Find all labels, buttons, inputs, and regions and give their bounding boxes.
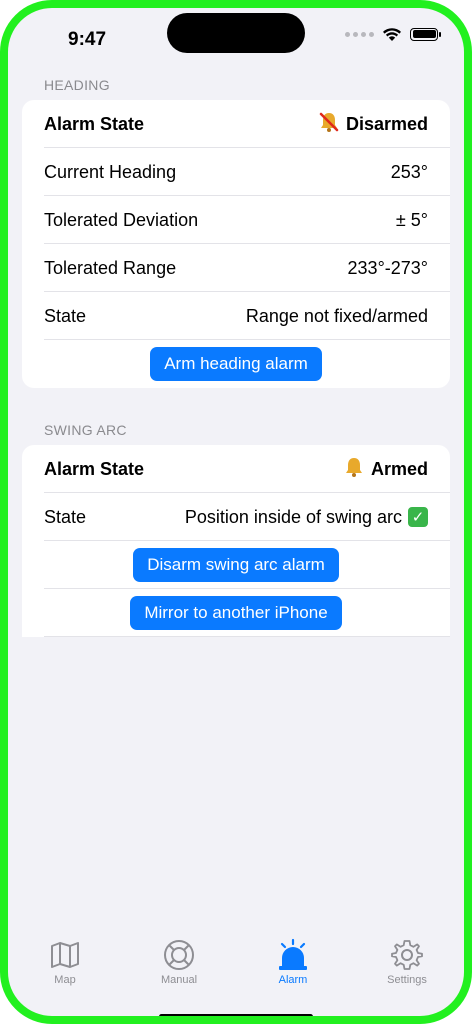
tab-map-label: Map — [54, 974, 76, 986]
arm-heading-row: Arm heading alarm — [22, 340, 450, 388]
tolerated-range-value: 233°-273° — [347, 257, 428, 278]
heading-section-header: HEADING — [44, 77, 110, 93]
status-icons — [345, 23, 441, 45]
battery-icon — [410, 27, 441, 41]
wifi-icon — [383, 27, 401, 41]
disarm-swing-arc-row: Disarm swing arc alarm — [22, 541, 450, 589]
gear-icon — [391, 940, 423, 970]
mirror-to-iphone-button[interactable]: Mirror to another iPhone — [130, 596, 342, 630]
tab-settings-label: Settings — [387, 974, 427, 986]
map-icon — [51, 942, 79, 968]
arm-heading-alarm-button[interactable]: Arm heading alarm — [150, 347, 322, 381]
swing-arc-state-row: State Position inside of swing arc ✓ — [22, 493, 450, 541]
device-frame: 9:47 HEADING Alarm State Disarmed Curren… — [0, 0, 472, 1024]
tab-manual-label: Manual — [160, 974, 198, 986]
swing-arc-state-value: Position inside of swing arc — [184, 506, 402, 527]
tolerated-range-row: Tolerated Range 233°-273° — [22, 244, 450, 292]
current-heading-label: Current Heading — [44, 161, 177, 182]
tab-alarm[interactable]: Alarm — [243, 938, 343, 1008]
swing-arc-alarm-state-row: Alarm State Armed — [22, 445, 450, 493]
tab-bar: Map Manual Alarm Settings — [8, 938, 464, 1008]
swing-arc-alarm-state-value: Armed — [370, 458, 428, 479]
tolerated-deviation-row: Tolerated Deviation ± 5° — [22, 196, 450, 244]
mirror-row: Mirror to another iPhone — [22, 589, 450, 637]
lifebuoy-icon — [164, 940, 194, 970]
heading-state-row: State Range not fixed/armed — [22, 292, 450, 340]
swing-arc-card: Alarm State Armed State Position inside … — [22, 445, 450, 637]
status-time: 9:47 — [68, 29, 107, 50]
heading-alarm-state-label: Alarm State — [44, 113, 145, 134]
tab-map[interactable]: Map — [15, 938, 115, 1008]
heading-alarm-state-value: Disarmed — [345, 113, 428, 134]
tab-alarm-label: Alarm — [278, 974, 308, 986]
bell-muted-icon — [318, 111, 340, 138]
current-heading-row: Current Heading 253° — [22, 148, 450, 196]
cellular-signal-icon — [345, 31, 374, 37]
swing-arc-section-header: SWING ARC — [44, 422, 127, 438]
home-indicator — [159, 1014, 313, 1016]
disarm-swing-arc-alarm-button[interactable]: Disarm swing arc alarm — [133, 548, 339, 582]
dynamic-island — [167, 13, 305, 53]
check-mark-icon: ✓ — [408, 507, 428, 527]
tolerated-deviation-label: Tolerated Deviation — [44, 209, 199, 230]
tab-manual[interactable]: Manual — [129, 938, 229, 1008]
swing-arc-state-label: State — [44, 506, 87, 527]
heading-state-value: Range not fixed/armed — [245, 305, 428, 326]
tolerated-range-label: Tolerated Range — [44, 257, 177, 278]
tolerated-deviation-value: ± 5° — [395, 209, 428, 230]
alarm-siren-icon — [279, 938, 307, 970]
status-bar: 9:47 — [8, 8, 464, 68]
heading-state-label: State — [44, 305, 87, 326]
bell-icon — [343, 456, 365, 483]
heading-card: Alarm State Disarmed Current Heading 253… — [22, 100, 450, 388]
heading-alarm-state-row: Alarm State Disarmed — [22, 100, 450, 148]
current-heading-value: 253° — [390, 161, 428, 182]
swing-arc-alarm-state-label: Alarm State — [44, 458, 145, 479]
tab-settings[interactable]: Settings — [357, 938, 457, 1008]
